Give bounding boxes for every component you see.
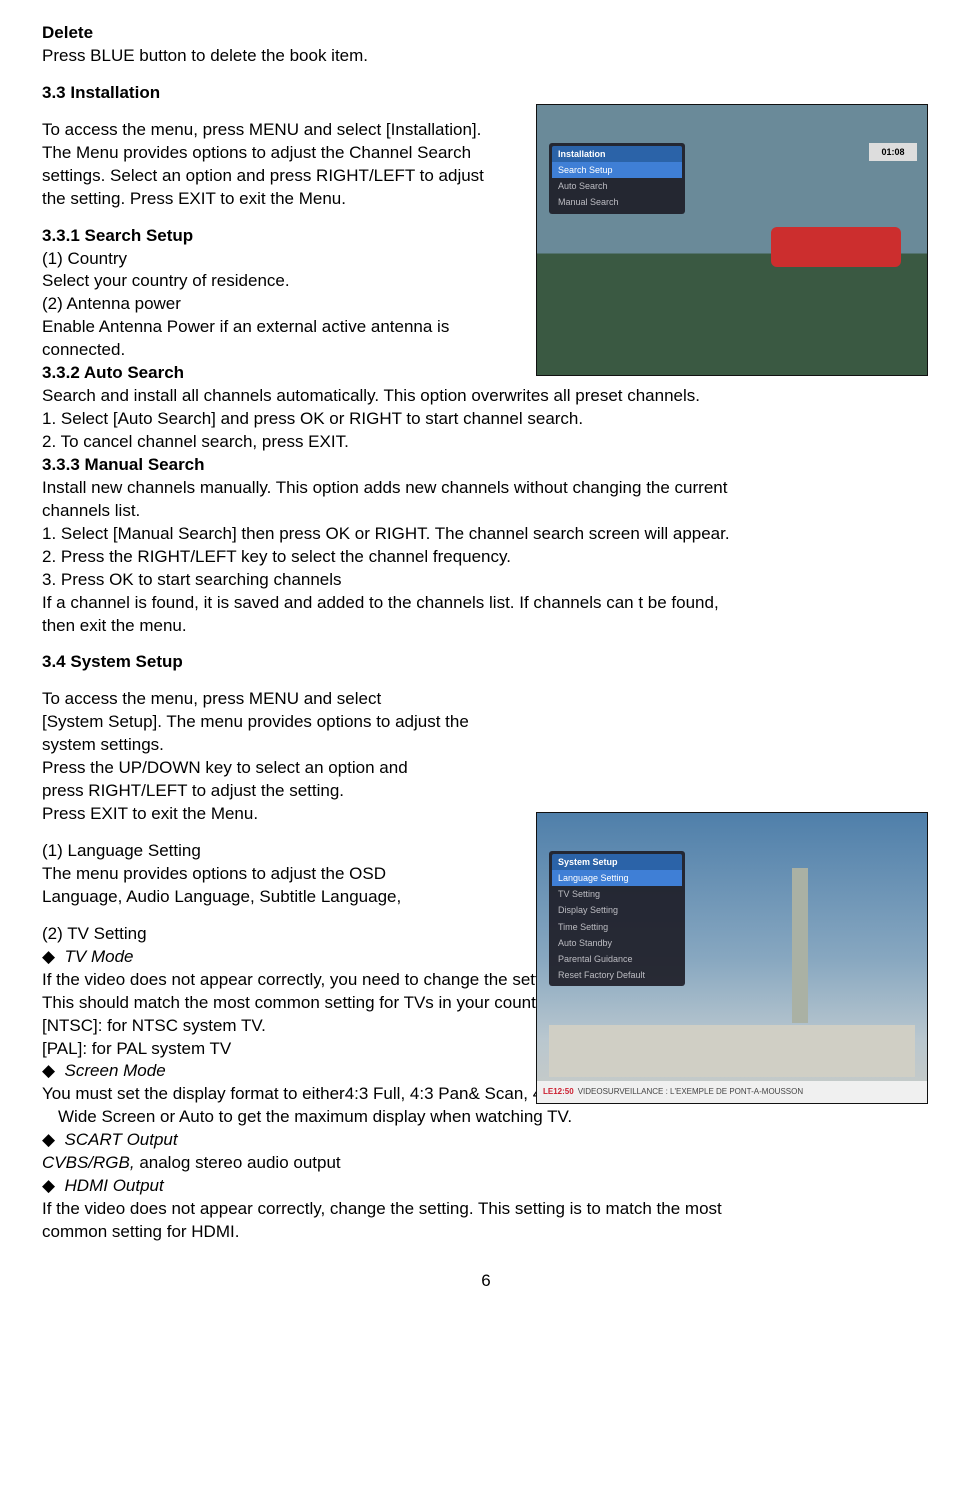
s333-step3: 3. Press OK to start searching channels: [42, 569, 930, 592]
osd-menu-item: Language Setting: [552, 870, 682, 886]
diamond-bullet-icon: ◆: [42, 1130, 65, 1149]
s34-intro-e: Press EXIT to exit the Menu.: [42, 803, 504, 826]
screenshot-system-setup-menu: System Setup Language Setting TV Setting…: [536, 812, 928, 1104]
hdmi-heading: HDMI Output: [65, 1176, 164, 1195]
section-3-3: 3.3 Installation: [42, 82, 930, 105]
diamond-bullet-icon: ◆: [42, 947, 65, 966]
scart-text-b: analog stereo audio output: [139, 1153, 340, 1172]
osd-menu-panel: Installation Search Setup Auto Search Ma…: [549, 143, 685, 214]
osd-menu-item: Display Setting: [552, 902, 682, 918]
s34-intro-d: press RIGHT/LEFT to adjust the setting.: [42, 780, 504, 803]
scart-heading: SCART Output: [65, 1130, 178, 1149]
s333-note-a: If a channel is found, it is saved and a…: [42, 593, 719, 612]
delete-text: Press BLUE button to delete the book ite…: [42, 45, 930, 68]
osd-menu-item: TV Setting: [552, 886, 682, 902]
osd-menu-panel: System Setup Language Setting TV Setting…: [549, 851, 685, 986]
s333-intro-b: channels list.: [42, 500, 930, 523]
osd-time-badge: 01:08: [869, 143, 917, 161]
screenshot-installation-menu: Installation Search Setup Auto Search Ma…: [536, 104, 928, 376]
s333-intro-a: Install new channels manually. This opti…: [42, 478, 727, 497]
osd-ticker: LE12:50 VIDEOSURVEILLANCE : L'EXEMPLE DE…: [537, 1081, 927, 1103]
screen-mode-b: Wide Screen or Auto to get the maximum d…: [58, 1106, 930, 1129]
diamond-bullet-icon: ◆: [42, 1176, 65, 1195]
osd-menu-item: Manual Search: [552, 194, 682, 210]
tv-mode-heading: TV Mode: [65, 947, 134, 966]
s332-step1: 1. Select [Auto Search] and press OK or …: [42, 408, 930, 431]
delete-heading: Delete: [42, 22, 930, 45]
s332-intro: Search and install all channels automati…: [42, 385, 930, 408]
s34-intro-a: To access the menu, press MENU and selec…: [42, 689, 381, 708]
s34-intro-c: Press the UP/DOWN key to select an optio…: [42, 758, 408, 777]
page-number: 6: [42, 1270, 930, 1293]
hdmi-text-a: If the video does not appear correctly, …: [42, 1199, 722, 1218]
s332-step2: 2. To cancel channel search, press EXIT.: [42, 431, 930, 454]
diamond-bullet-icon: ◆: [42, 1061, 65, 1080]
osd-menu-title: Installation: [552, 146, 682, 162]
osd-menu-item: Search Setup: [552, 162, 682, 178]
osd-menu-item: Auto Standby: [552, 935, 682, 951]
s34-1-text-a: The menu provides options to adjust the …: [42, 864, 386, 883]
osd-menu-item: Time Setting: [552, 919, 682, 935]
s34-1-label: (1) Language Setting: [42, 840, 504, 863]
s34-1-text-b: Language, Audio Language, Subtitle Langu…: [42, 886, 504, 909]
screen-mode-heading: Screen Mode: [65, 1061, 166, 1080]
s333-step2: 2. Press the RIGHT/LEFT key to select th…: [42, 546, 930, 569]
s331-2-text: Enable Antenna Power if an external acti…: [42, 316, 504, 362]
osd-menu-item: Auto Search: [552, 178, 682, 194]
s34-intro-b: [System Setup]. The menu provides option…: [42, 711, 504, 757]
osd-menu-title: System Setup: [552, 854, 682, 870]
section-3-3-3: 3.3.3 Manual Search: [42, 454, 930, 477]
osd-menu-item: Reset Factory Default: [552, 967, 682, 983]
s33-intro: To access the menu, press MENU and selec…: [42, 119, 504, 211]
s333-note-b: then exit the menu.: [42, 615, 930, 638]
osd-menu-item: Parental Guidance: [552, 951, 682, 967]
section-3-4: 3.4 System Setup: [42, 651, 930, 674]
s333-step1: 1. Select [Manual Search] then press OK …: [42, 523, 930, 546]
scart-text-a: CVBS/RGB,: [42, 1153, 139, 1172]
ticker-text: VIDEOSURVEILLANCE : L'EXEMPLE DE PONT-A-…: [578, 1087, 803, 1098]
ticker-tag: LE12:50: [543, 1087, 574, 1098]
hdmi-text-b: common setting for HDMI.: [42, 1221, 930, 1244]
